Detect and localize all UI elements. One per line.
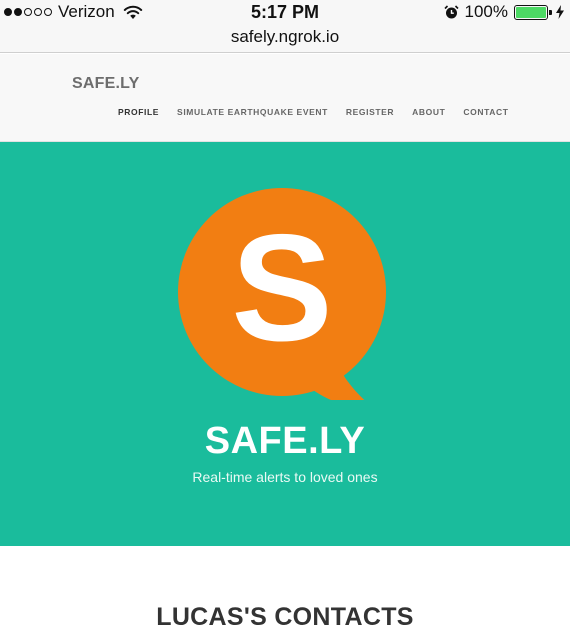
hero-section: S SAFE.LY Real-time alerts to loved ones	[0, 142, 570, 546]
bolt-icon	[556, 5, 564, 19]
nav-item-simulate-earthquake-event[interactable]: SIMULATE EARTHQUAKE EVENT	[177, 107, 328, 117]
nav-item-register[interactable]: REGISTER	[346, 107, 394, 117]
battery-fill	[516, 6, 546, 18]
hero-title: SAFE.LY	[204, 420, 366, 462]
logo-letter: S	[231, 203, 332, 373]
battery-percent: 100%	[464, 2, 508, 21]
safely-logo: S	[178, 188, 386, 400]
nav-item-contact[interactable]: CONTACT	[463, 107, 508, 117]
nav-menu: PROFILE SIMULATE EARTHQUAKE EVENT REGIST…	[118, 107, 509, 117]
contacts-heading: LUCAS'S CONTACTS	[156, 603, 414, 631]
status-bar: Verizon 5:17 PM 100%	[0, 0, 570, 26]
nav-item-profile[interactable]: PROFILE	[118, 107, 159, 117]
status-right: 100%	[443, 2, 564, 22]
brand-link[interactable]: SAFE.LY	[72, 75, 140, 93]
url-text[interactable]: safely.ngrok.io	[231, 27, 339, 46]
alarm-clock-icon	[443, 4, 459, 18]
battery-icon	[514, 4, 552, 20]
nav-item-about[interactable]: ABOUT	[412, 107, 445, 117]
site-navbar: SAFE.LY PROFILE SIMULATE EARTHQUAKE EVEN…	[0, 54, 570, 142]
hero-subtitle: Real-time alerts to loved ones	[192, 469, 378, 485]
address-bar[interactable]: safely.ngrok.io	[0, 26, 570, 53]
